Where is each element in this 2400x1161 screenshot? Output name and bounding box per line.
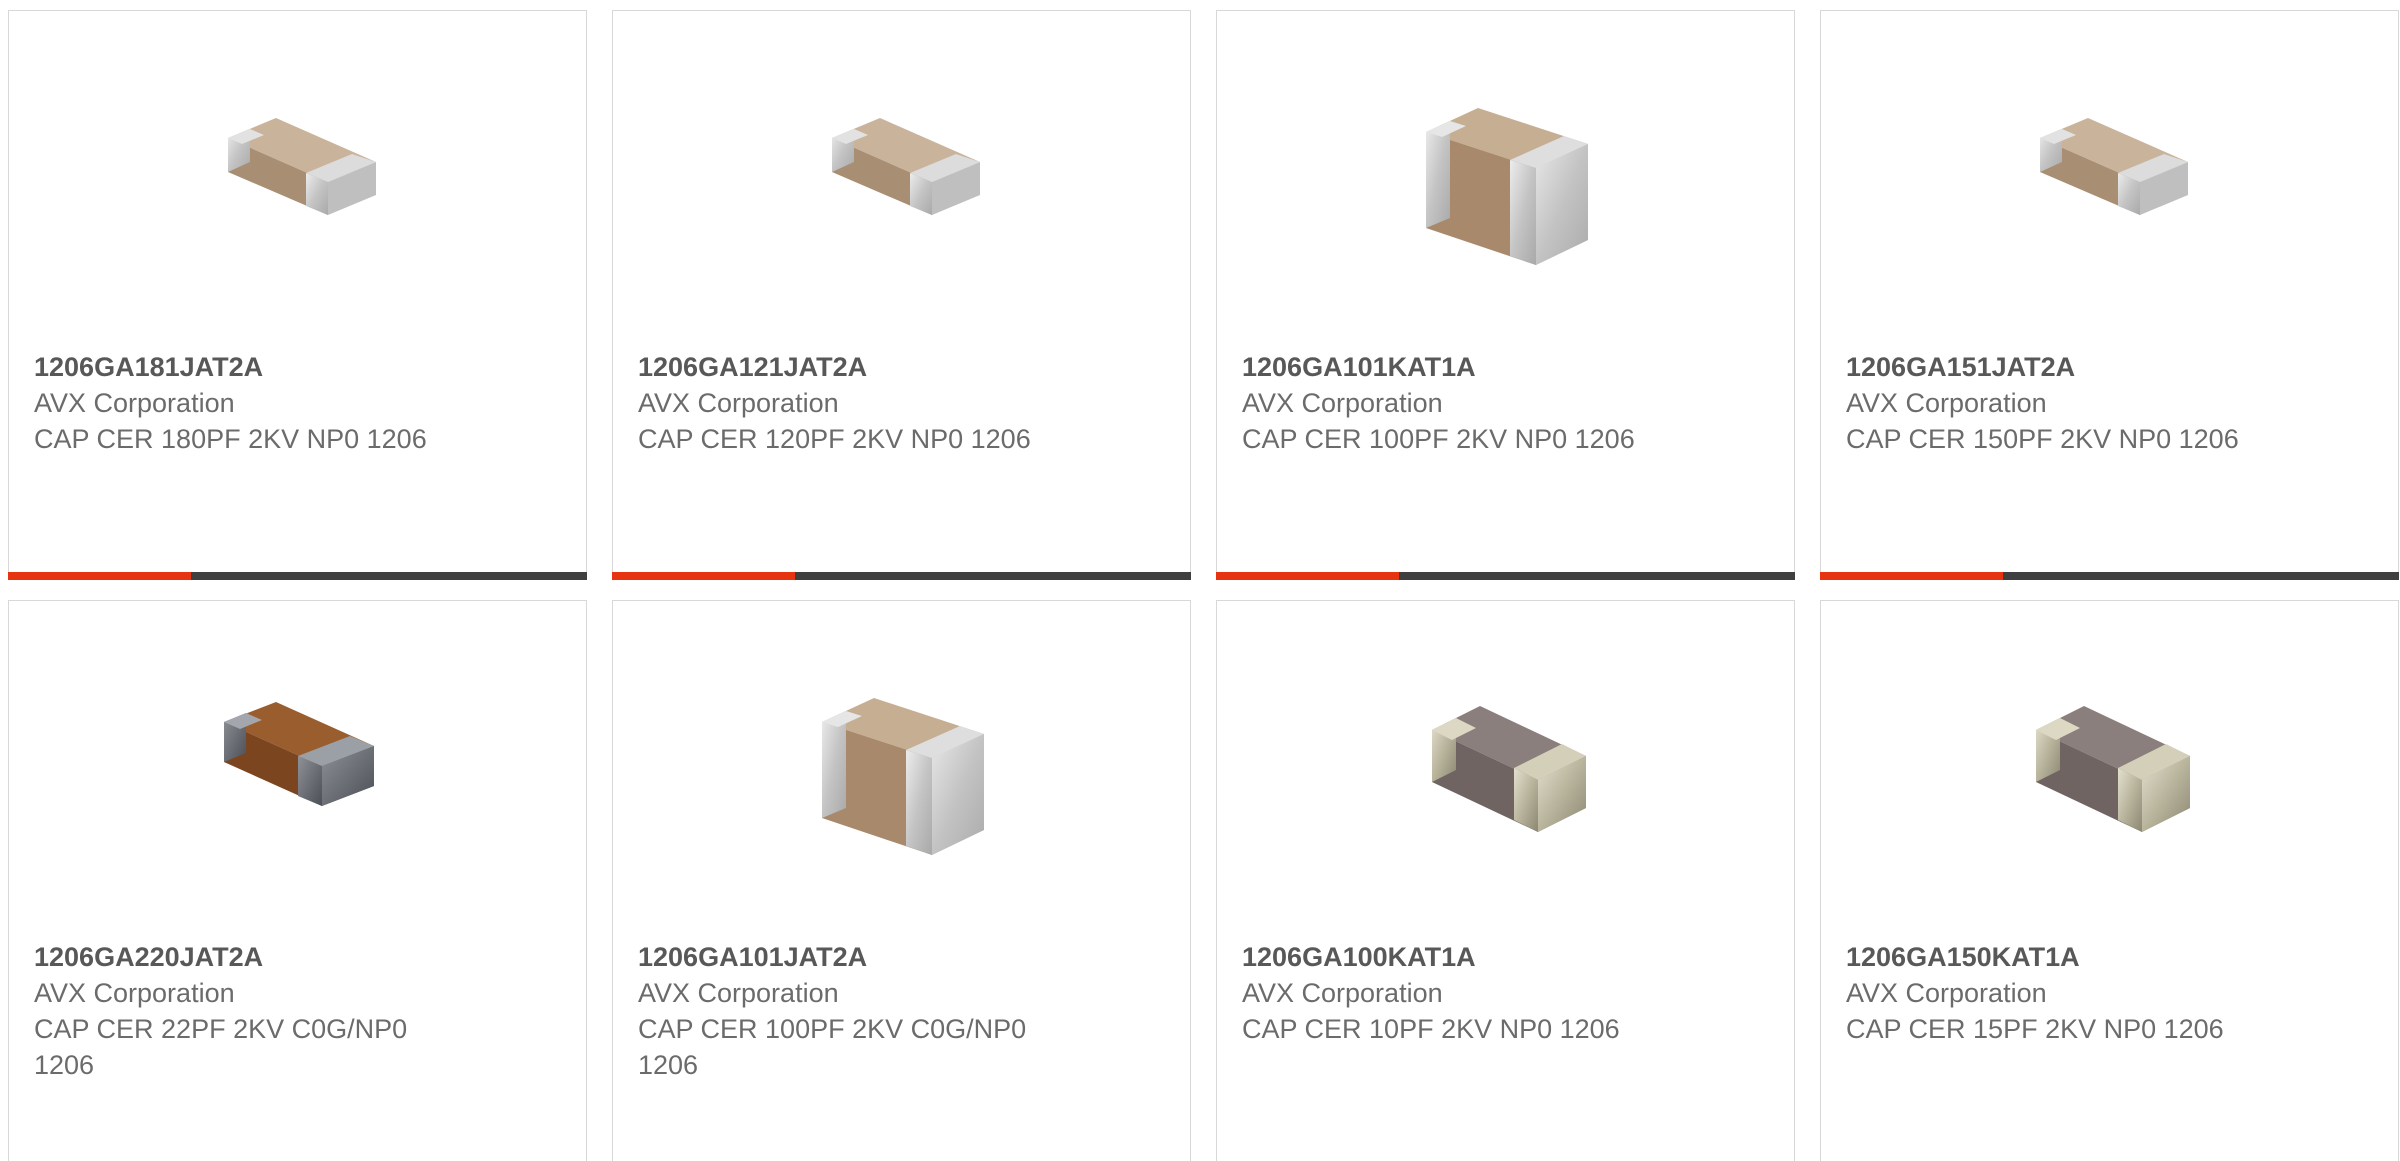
product-card[interactable]: 1206GA220JAT2A AVX Corporation CAP CER 2… (8, 600, 587, 1161)
product-card[interactable]: 1206GA151JAT2A AVX Corporation CAP CER 1… (1820, 10, 2399, 580)
tan-capacitor-icon (2010, 80, 2210, 280)
description: CAP CER 100PF 2KV C0G/NP0 1206 (638, 1014, 1027, 1080)
description: CAP CER 120PF 2KV NP0 1206 (638, 424, 1031, 454)
product-card[interactable]: 1206GA181JAT2A AVX Corporation CAP CER 1… (8, 10, 587, 580)
product-info: 1206GA220JAT2A AVX Corporation CAP CER 2… (34, 939, 474, 1083)
product-info: 1206GA101KAT1A AVX Corporation CAP CER 1… (1242, 349, 1682, 457)
gray-capacitor-icon (2010, 670, 2210, 870)
product-info: 1206GA101JAT2A AVX Corporation CAP CER 1… (638, 939, 1078, 1083)
product-grid: 1206GA181JAT2A AVX Corporation CAP CER 1… (0, 0, 2400, 1161)
manufacturer: AVX Corporation (34, 978, 235, 1008)
card-accent (1820, 572, 2003, 580)
manufacturer: AVX Corporation (638, 978, 839, 1008)
product-info: 1206GA181JAT2A AVX Corporation CAP CER 1… (34, 349, 474, 457)
description: CAP CER 15PF 2KV NP0 1206 (1846, 1014, 2224, 1044)
manufacturer: AVX Corporation (1242, 978, 1443, 1008)
tan-capacitor-large-icon (802, 670, 1002, 870)
part-number[interactable]: 1206GA101JAT2A (638, 939, 1078, 975)
description: CAP CER 10PF 2KV NP0 1206 (1242, 1014, 1620, 1044)
manufacturer: AVX Corporation (1242, 388, 1443, 418)
manufacturer: AVX Corporation (34, 388, 235, 418)
part-number[interactable]: 1206GA181JAT2A (34, 349, 474, 385)
card-bottom-bar (8, 572, 587, 580)
description: CAP CER 150PF 2KV NP0 1206 (1846, 424, 2239, 454)
manufacturer: AVX Corporation (1846, 978, 2047, 1008)
brown-capacitor-icon (198, 670, 398, 870)
description: CAP CER 180PF 2KV NP0 1206 (34, 424, 427, 454)
part-number[interactable]: 1206GA150KAT1A (1846, 939, 2286, 975)
product-card[interactable]: 1206GA150KAT1A AVX Corporation CAP CER 1… (1820, 600, 2399, 1161)
description: CAP CER 100PF 2KV NP0 1206 (1242, 424, 1635, 454)
tan-capacitor-large-icon (1406, 80, 1606, 280)
tan-capacitor-icon (802, 80, 1002, 280)
card-accent (1216, 572, 1399, 580)
part-number[interactable]: 1206GA151JAT2A (1846, 349, 2286, 385)
card-bottom-bar (612, 572, 1191, 580)
part-number[interactable]: 1206GA121JAT2A (638, 349, 1078, 385)
part-number[interactable]: 1206GA220JAT2A (34, 939, 474, 975)
product-info: 1206GA121JAT2A AVX Corporation CAP CER 1… (638, 349, 1078, 457)
card-accent (8, 572, 191, 580)
product-card[interactable]: 1206GA101KAT1A AVX Corporation CAP CER 1… (1216, 10, 1795, 580)
manufacturer: AVX Corporation (1846, 388, 2047, 418)
card-accent (612, 572, 795, 580)
description: CAP CER 22PF 2KV C0G/NP0 1206 (34, 1014, 408, 1080)
product-info: 1206GA150KAT1A AVX Corporation CAP CER 1… (1846, 939, 2286, 1047)
part-number[interactable]: 1206GA100KAT1A (1242, 939, 1682, 975)
part-number[interactable]: 1206GA101KAT1A (1242, 349, 1682, 385)
product-card[interactable]: 1206GA101JAT2A AVX Corporation CAP CER 1… (612, 600, 1191, 1161)
manufacturer: AVX Corporation (638, 388, 839, 418)
card-bottom-bar (1820, 572, 2399, 580)
product-card[interactable]: 1206GA121JAT2A AVX Corporation CAP CER 1… (612, 10, 1191, 580)
product-info: 1206GA100KAT1A AVX Corporation CAP CER 1… (1242, 939, 1682, 1047)
product-info: 1206GA151JAT2A AVX Corporation CAP CER 1… (1846, 349, 2286, 457)
card-bottom-bar (1216, 572, 1795, 580)
gray-capacitor-icon (1406, 670, 1606, 870)
product-card[interactable]: 1206GA100KAT1A AVX Corporation CAP CER 1… (1216, 600, 1795, 1161)
tan-capacitor-icon (198, 80, 398, 280)
